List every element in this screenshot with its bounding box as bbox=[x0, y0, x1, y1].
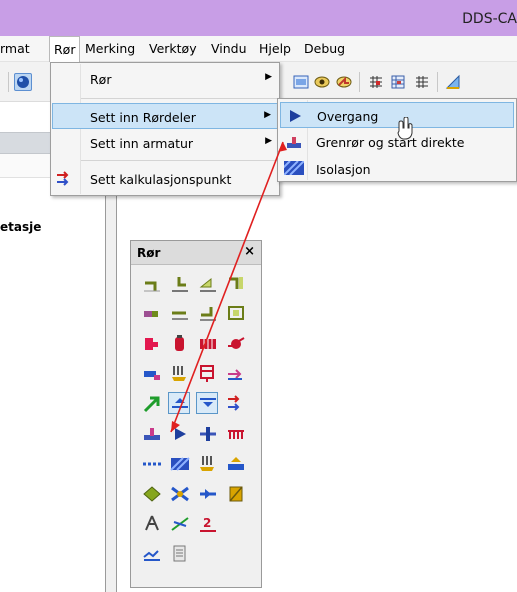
annotation-arrow bbox=[170, 141, 287, 433]
app-root: DDS-CA rmat Rør Merking Verktøy Vindu Hj… bbox=[0, 0, 517, 592]
